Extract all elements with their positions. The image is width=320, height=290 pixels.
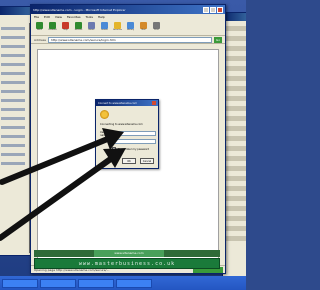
password-input[interactable] [114,139,156,144]
ok-button[interactable]: OK [122,158,136,164]
login-message: Connecting to www.sitename.com [100,123,143,126]
stop-icon [62,22,69,29]
toolbar-label: Print [154,29,159,31]
remember-password[interactable]: Remember my password [112,147,149,151]
dialog-close-icon[interactable] [152,101,156,105]
toolbar-label: Home [88,29,95,31]
toolbar-label: Stop [63,29,68,31]
banner-text: www.masterbusiness.co.uk [78,260,176,267]
toolbar-forward-button[interactable]: Forward [48,22,57,33]
key-icon [100,110,109,119]
history-icon [127,22,134,29]
address-label: Address [34,37,46,42]
minimize-button[interactable] [203,6,209,13]
remember-checkbox[interactable] [112,147,116,151]
menu-favorites[interactable]: Favorites [67,15,81,19]
browser-title: http://www.sitename.com - Login - Micros… [33,7,126,12]
address-bar: Address http://www.sitename.com/secure/l… [31,36,225,44]
toolbar-label: Search [101,29,108,31]
menu-file[interactable]: File [34,15,39,19]
toolbar-mail-button[interactable]: Mail [139,22,148,33]
toolbar-search-button[interactable]: Search [100,22,109,33]
toolbar-label: Refresh [74,29,83,31]
refresh-icon [75,22,82,29]
address-input[interactable]: http://www.sitename.com/secure/login.htm [47,36,212,43]
toolbar: Back Forward Stop Refresh Home Search Favorite… [31,20,225,36]
toolbar-print-button[interactable]: Print [152,22,161,33]
browser-titlebar[interactable]: http://www.sitename.com - Login - Micros… [31,5,225,14]
back-arrow-icon [36,22,43,29]
toolbar-label: Back [37,29,42,31]
home-icon [88,22,95,29]
go-button[interactable]: Go [214,36,222,43]
toolbar-back-button[interactable]: Back [35,22,44,33]
desktop: http://www.sitename.com - Login - Micros… [0,0,246,290]
username-input[interactable] [114,131,156,136]
menu-edit[interactable]: Edit [44,15,50,19]
toolbar-stop-button[interactable]: Stop [61,22,70,33]
toolbar-home-button[interactable]: Home [87,22,96,33]
forward-arrow-icon [49,22,56,29]
password-row: Password: [100,139,156,144]
login-dialog[interactable]: Connect to www.sitename.com Connecting t… [95,99,159,169]
username-label: User name: [100,130,108,137]
taskbar-button[interactable] [2,278,38,288]
menu-tools[interactable]: Tools [86,15,93,19]
properties-panel-rows [223,26,246,241]
banner-top-strip: www.sitename.com [34,250,220,257]
taskbar-button[interactable] [78,278,114,288]
search-icon [101,22,108,29]
mail-icon [140,22,147,29]
menu-view[interactable]: View [55,15,62,19]
remember-label: Remember my password [118,147,150,151]
toolbar-history-button[interactable]: History [126,22,135,33]
toolbar-label: History [126,29,135,31]
taskbar [0,276,246,290]
taskbar-button[interactable] [116,278,152,288]
close-button[interactable] [217,6,223,13]
username-row: User name: [100,130,156,137]
toolbar-label: Forward [48,29,57,31]
background-window-lines [1,27,25,171]
properties-panel-titlebar[interactable] [223,13,246,21]
cancel-button[interactable]: Cancel [140,158,154,164]
toolbar-favorites-button[interactable]: Favorites [113,22,122,33]
menu-help[interactable]: Help [98,15,105,19]
toolbar-label: Favorites [112,29,123,31]
toolbar-label: Mail [141,29,146,31]
login-dialog-title: Connect to www.sitename.com [98,101,137,105]
login-dialog-titlebar[interactable]: Connect to www.sitename.com [96,100,158,106]
maximize-button[interactable] [210,6,216,13]
website-banner: www.masterbusiness.co.uk [34,258,220,269]
banner-top-text: www.sitename.com [94,250,164,257]
taskbar-button[interactable] [40,278,76,288]
star-icon [114,22,121,29]
toolbar-refresh-button[interactable]: Refresh [74,22,83,33]
print-icon [153,22,160,29]
password-label: Password: [100,140,113,143]
